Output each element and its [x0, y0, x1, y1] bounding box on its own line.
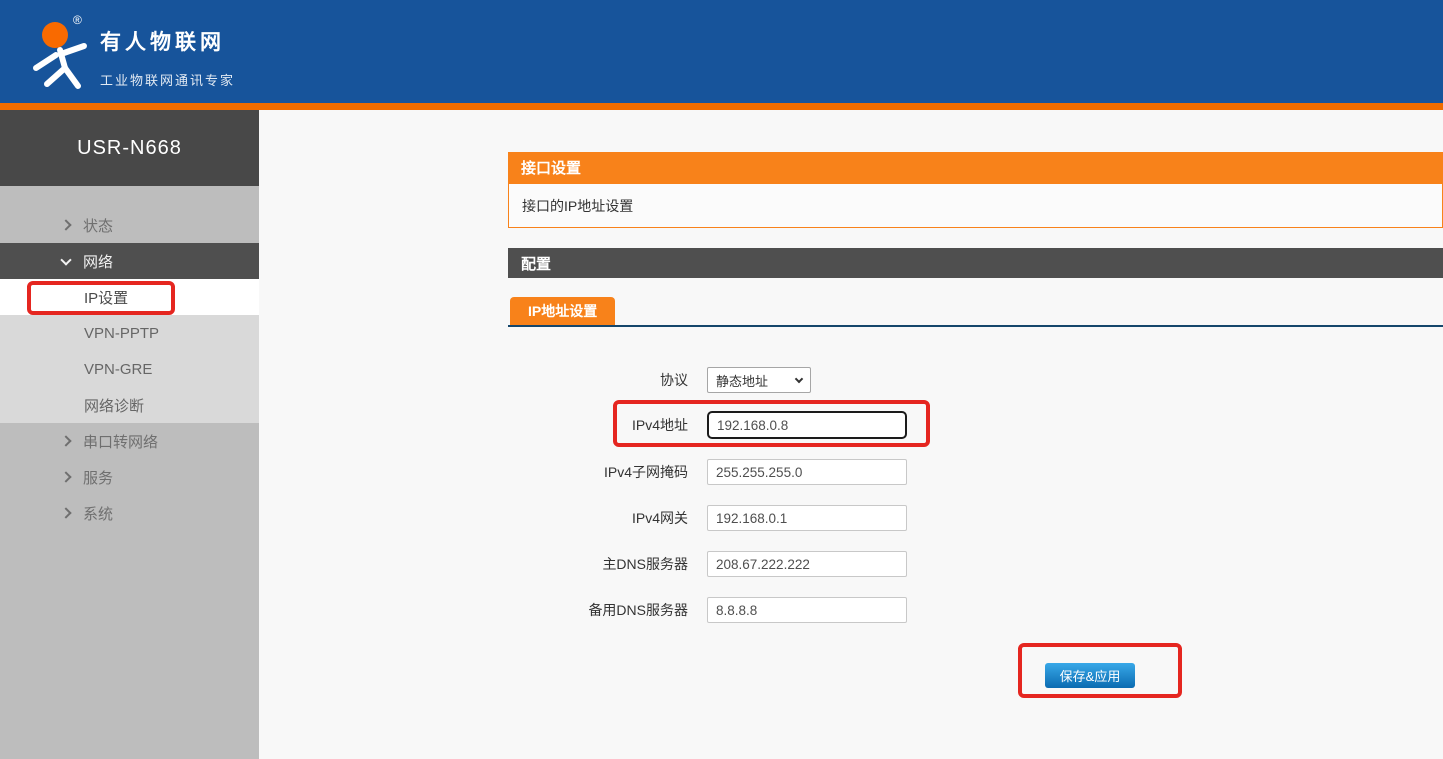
ipv4-address-label: IPv4地址: [498, 415, 688, 435]
sidebar-item-label: 网络诊断: [84, 395, 144, 416]
sidebar-item-services[interactable]: 服务: [0, 459, 259, 495]
brand-name: 有人物联网: [100, 26, 235, 56]
ipv4-gateway-input[interactable]: [707, 505, 907, 531]
chevron-right-icon: [60, 435, 71, 446]
sidebar-item-network[interactable]: 网络: [0, 243, 259, 279]
sidebar-item-vpn-pptp[interactable]: VPN-PPTP: [0, 315, 259, 351]
chevron-right-icon: [60, 507, 71, 518]
form-row-backup-dns: 备用DNS服务器: [498, 597, 907, 623]
sidebar-item-ip-settings[interactable]: IP设置: [0, 279, 259, 315]
brand-tagline: 工业物联网通讯专家: [100, 70, 235, 89]
tab-ip-address-settings[interactable]: IP地址设置: [510, 297, 615, 325]
header-orange-strip: [0, 103, 1443, 110]
save-apply-button[interactable]: 保存&应用: [1045, 663, 1135, 688]
brand-logo-icon: ®: [18, 8, 98, 96]
protocol-select[interactable]: 静态地址: [707, 367, 811, 393]
top-header: ® 有人物联网 工业物联网通讯专家: [0, 0, 1443, 103]
form-row-ipv4-netmask: IPv4子网掩码: [498, 459, 907, 485]
form-row-primary-dns: 主DNS服务器: [498, 551, 907, 577]
sidebar-item-label: VPN-PPTP: [84, 325, 159, 342]
sidebar-item-label: IP设置: [84, 287, 128, 308]
primary-dns-input[interactable]: [707, 551, 907, 577]
sidebar-item-label: 串口转网络: [83, 431, 158, 452]
ipv4-netmask-label: IPv4子网掩码: [498, 462, 688, 482]
protocol-selected-value: 静态地址: [716, 371, 796, 390]
chevron-right-icon: [60, 219, 71, 230]
sidebar-item-status[interactable]: 状态: [0, 207, 259, 243]
tab-underline: [508, 325, 1443, 327]
ipv4-address-input[interactable]: [707, 411, 907, 439]
form-row-ipv4-address: IPv4地址: [498, 412, 907, 438]
backup-dns-input[interactable]: [707, 597, 907, 623]
ipv4-netmask-input[interactable]: [707, 459, 907, 485]
ipv4-gateway-label: IPv4网关: [498, 508, 688, 528]
sidebar-item-label: 状态: [83, 215, 113, 236]
sidebar: USR-N668 状态 网络 IP设置 VPN-PPTP VPN-GRE 网络诊…: [0, 110, 259, 759]
page-canvas: ® 有人物联网 工业物联网通讯专家 USR-N668 状态 网络 IP设置 VP…: [0, 0, 1443, 759]
device-model-title: USR-N668: [0, 110, 259, 186]
backup-dns-label: 备用DNS服务器: [498, 600, 688, 620]
primary-dns-label: 主DNS服务器: [498, 554, 688, 574]
sidebar-item-serial-to-network[interactable]: 串口转网络: [0, 423, 259, 459]
sidebar-item-vpn-gre[interactable]: VPN-GRE: [0, 351, 259, 387]
form-row-ipv4-gateway: IPv4网关: [498, 505, 907, 531]
config-title-bar: 配置: [508, 248, 1443, 278]
sidebar-item-label: 服务: [83, 467, 113, 488]
sidebar-item-label: 系统: [83, 503, 113, 524]
chevron-down-icon: [795, 374, 803, 382]
brand-text-block: 有人物联网 工业物联网通讯专家: [100, 26, 235, 89]
sidebar-menu: 状态 网络 IP设置 VPN-PPTP VPN-GRE 网络诊断 串口转网络: [0, 186, 259, 531]
section-title-bar: 接口设置: [508, 152, 1443, 183]
form-row-protocol: 协议 静态地址: [498, 367, 811, 393]
sidebar-item-label: VPN-GRE: [84, 361, 152, 378]
registered-mark: ®: [73, 13, 82, 27]
section-description: 接口的IP地址设置: [508, 183, 1443, 228]
sidebar-item-system[interactable]: 系统: [0, 495, 259, 531]
sidebar-item-network-diagnosis[interactable]: 网络诊断: [0, 387, 259, 423]
chevron-down-icon: [60, 254, 71, 265]
sidebar-item-label: 网络: [83, 251, 113, 272]
protocol-label: 协议: [498, 370, 688, 390]
chevron-right-icon: [60, 471, 71, 482]
